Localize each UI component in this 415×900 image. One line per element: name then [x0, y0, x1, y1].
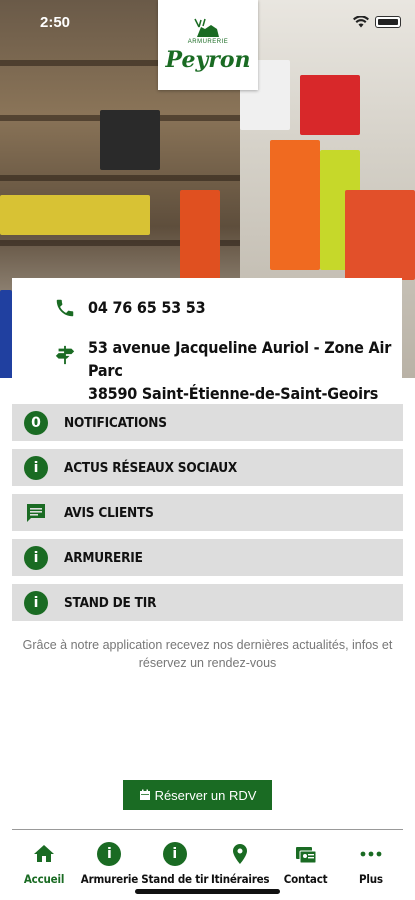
home-indicator [135, 889, 280, 894]
menu-item-label: STAND DE TIR [64, 594, 157, 611]
signpost-icon [55, 345, 75, 365]
logo-wordmark: Peyron [165, 47, 251, 73]
contact-card-icon [295, 847, 317, 864]
menu-item-notifications[interactable]: 0 NOTIFICATIONS [12, 404, 403, 441]
nav-contact[interactable]: Contact [274, 830, 338, 900]
status-time: 2:50 [40, 14, 71, 31]
nav-label: Armurerie [80, 872, 139, 886]
main-menu: 0 NOTIFICATIONS i ACTUS RÉSEAUX SOCIAUX … [12, 404, 403, 629]
phone-row[interactable]: 04 76 65 53 53 [54, 296, 206, 319]
status-icons [353, 16, 401, 28]
info-icon: i [24, 590, 48, 615]
home-icon [34, 845, 54, 862]
nav-label: Stand de tir [141, 872, 209, 886]
menu-item-stand-de-tir[interactable]: i STAND DE TIR [12, 584, 403, 621]
book-appointment-label: Réserver un RDV [154, 787, 257, 803]
phone-icon [56, 299, 74, 317]
nav-armurerie[interactable]: i Armurerie [77, 830, 141, 900]
address-row[interactable]: 53 avenue Jacqueline Auriol - Zone Air P… [54, 336, 402, 405]
menu-item-armurerie[interactable]: i ARMURERIE [12, 539, 403, 576]
map-pin-icon [233, 844, 248, 864]
info-icon: i [97, 842, 122, 866]
address-line-1: 53 avenue Jacqueline Auriol - Zone Air P… [88, 338, 392, 380]
nav-label: Plus [359, 872, 383, 886]
book-appointment-button[interactable]: Réserver un RDV [123, 780, 272, 810]
calendar-icon [139, 789, 150, 800]
menu-item-avis-clients[interactable]: AVIS CLIENTS [12, 494, 403, 531]
contact-card: 04 76 65 53 53 53 avenue Jacqueline Auri… [12, 278, 402, 403]
menu-item-label: NOTIFICATIONS [64, 414, 167, 431]
notification-count-icon: 0 [24, 410, 48, 435]
nav-plus[interactable]: Plus [339, 830, 403, 900]
wifi-icon [353, 16, 369, 28]
info-icon: i [162, 842, 187, 866]
nav-accueil[interactable]: Accueil [12, 830, 76, 900]
info-icon: i [24, 545, 48, 570]
menu-item-label: ARMURERIE [64, 549, 143, 566]
nav-label: Contact [283, 872, 328, 886]
menu-item-label: AVIS CLIENTS [64, 504, 154, 521]
menu-item-label: ACTUS RÉSEAUX SOCIAUX [64, 459, 238, 476]
tagline: Grâce à notre application recevez nos de… [22, 638, 393, 670]
phone-number: 04 76 65 53 53 [88, 298, 206, 317]
menu-item-actus[interactable]: i ACTUS RÉSEAUX SOCIAUX [12, 449, 403, 486]
comment-icon [27, 503, 45, 522]
nav-label: Accueil [23, 872, 65, 886]
battery-icon [375, 16, 401, 28]
info-icon: i [24, 455, 48, 480]
nav-label: Itinéraires [210, 872, 270, 886]
address-line-2: 38590 Saint-Étienne-de-Saint-Geoirs [88, 384, 379, 403]
more-icon [360, 851, 382, 857]
status-bar: 2:50 [0, 0, 415, 44]
